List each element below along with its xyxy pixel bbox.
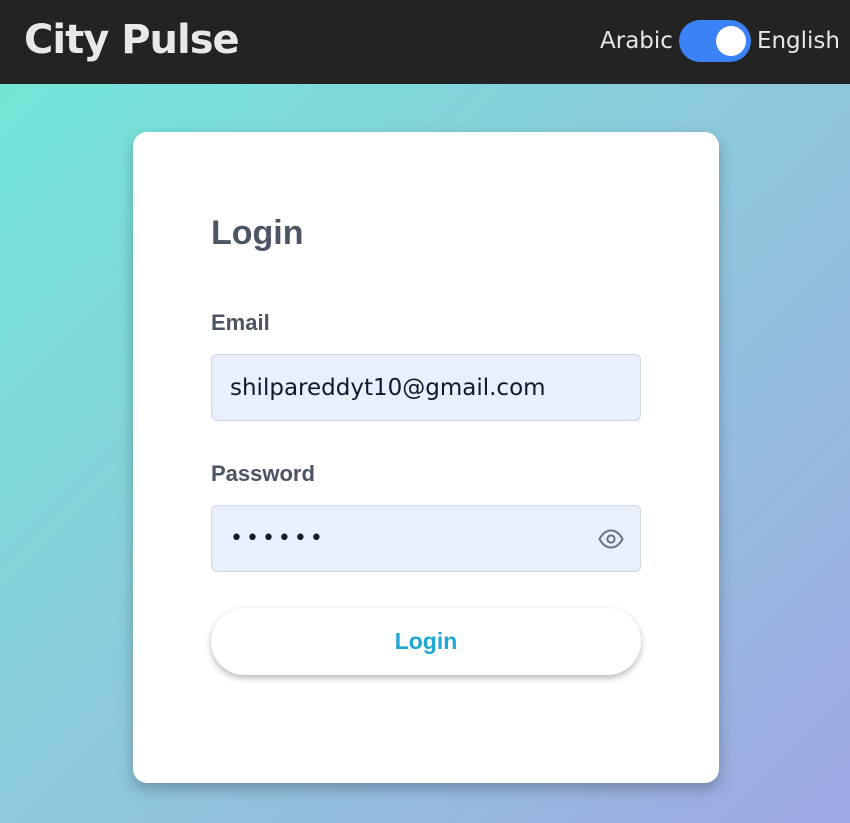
login-card: Login Email Password Login <box>133 132 719 783</box>
password-field-wrapper <box>211 505 641 572</box>
email-field-wrapper <box>211 354 641 421</box>
eye-icon[interactable] <box>598 528 624 550</box>
login-title: Login <box>211 214 304 252</box>
password-input[interactable] <box>212 506 640 571</box>
login-button[interactable]: Login <box>211 608 641 675</box>
email-label: Email <box>211 310 270 335</box>
language-label-english[interactable]: English <box>757 28 840 54</box>
language-toggle[interactable] <box>678 20 751 62</box>
language-switcher: Arabic English <box>600 20 840 62</box>
page-background: Login Email Password Login <box>0 84 850 823</box>
app-brand: City Pulse <box>24 17 240 63</box>
language-label-arabic[interactable]: Arabic <box>600 28 673 54</box>
toggle-knob <box>715 26 746 56</box>
top-navbar: City Pulse Arabic English <box>0 0 850 84</box>
password-label: Password <box>211 461 315 486</box>
email-input[interactable] <box>212 355 640 420</box>
